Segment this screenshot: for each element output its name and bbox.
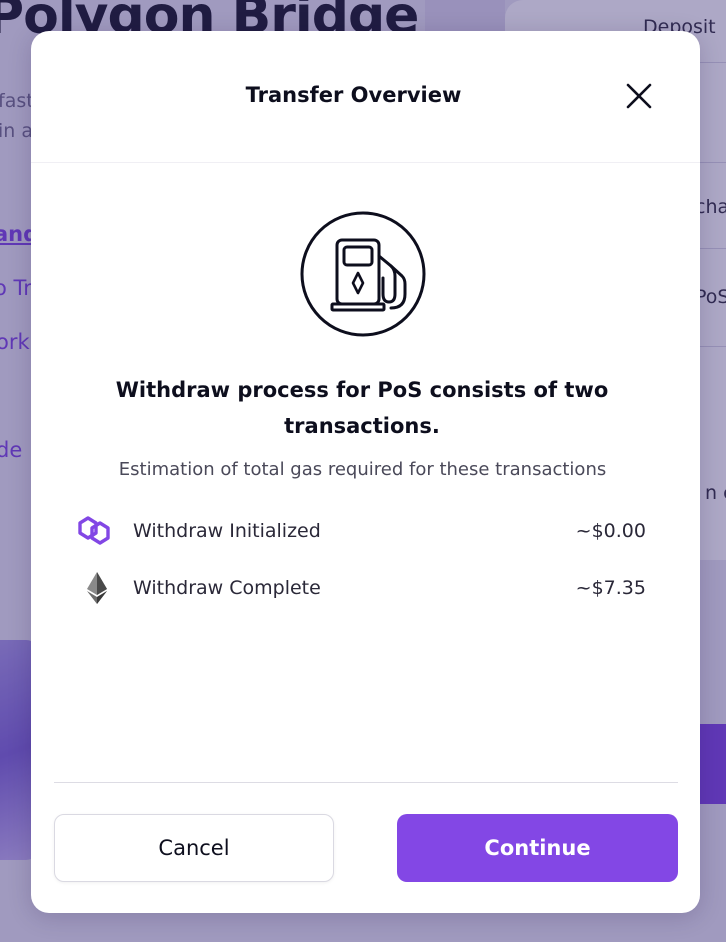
transaction-row-complete: Withdraw Complete ~$7.35 (76, 570, 646, 606)
headline-text: Withdraw process for PoS consists of two… (115, 378, 609, 438)
gas-pump-icon (299, 210, 427, 338)
transaction-label: Withdraw Complete (133, 577, 321, 599)
transfer-overview-modal: Transfer Overview Withdraw process for P… (31, 31, 700, 913)
modal-header: Transfer Overview (31, 31, 700, 163)
footer-divider (54, 782, 678, 783)
transaction-label: Withdraw Initialized (133, 520, 321, 542)
ethereum-icon (76, 570, 116, 606)
subtitle-text: Estimation of total gas required for the… (118, 459, 607, 480)
transaction-gas-value: ~$7.35 (575, 577, 646, 599)
cancel-button[interactable]: Cancel (54, 814, 334, 882)
transaction-gas-value: ~$0.00 (575, 520, 646, 542)
polygon-icon (76, 513, 116, 549)
modal-title: Transfer Overview (245, 83, 462, 107)
transaction-row-initialized: Withdraw Initialized ~$0.00 (76, 513, 646, 549)
close-button[interactable] (622, 79, 656, 113)
close-icon (626, 83, 652, 109)
continue-button[interactable]: Continue (397, 814, 678, 882)
